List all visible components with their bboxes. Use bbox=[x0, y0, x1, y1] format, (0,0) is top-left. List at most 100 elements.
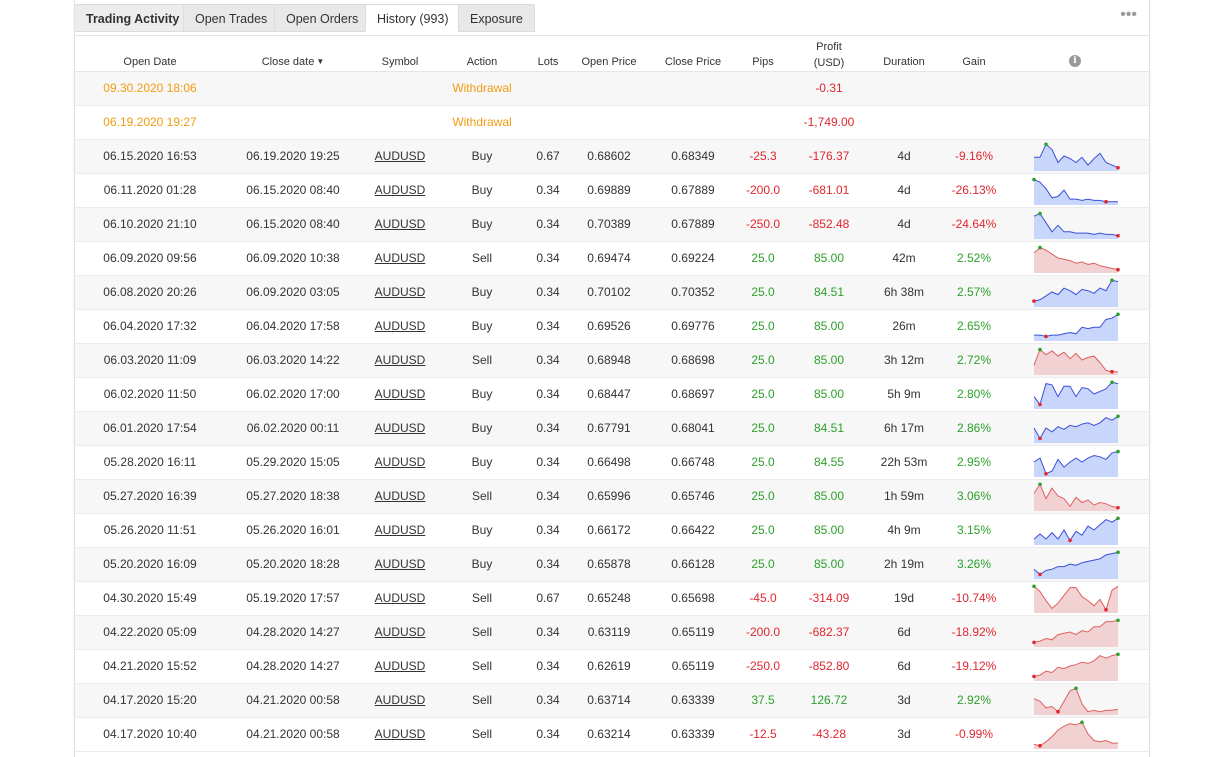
duration-cell: 3d bbox=[897, 727, 911, 741]
col-symbol[interactable]: Symbol bbox=[360, 56, 440, 69]
symbol-link[interactable] bbox=[360, 106, 440, 139]
sparkline-low-marker bbox=[1056, 709, 1060, 714]
col-gain[interactable]: Gain bbox=[949, 56, 999, 69]
trade-sparkline[interactable] bbox=[1032, 685, 1122, 717]
trade-row[interactable]: 06.04.2020 17:32 06.04.2020 17:58 AUDUSD Bu… bbox=[75, 310, 1149, 344]
symbol-link[interactable]: AUDUSD bbox=[360, 174, 440, 207]
open-price-cell: 0.63214 bbox=[587, 727, 631, 741]
trade-row[interactable]: 05.28.2020 16:11 05.29.2020 15:05 AUDUSD Bu… bbox=[75, 446, 1149, 480]
more-options-icon[interactable]: ••• bbox=[1120, 6, 1137, 24]
symbol-link[interactable]: AUDUSD bbox=[360, 310, 440, 343]
tab-history[interactable]: History (993) bbox=[365, 4, 461, 32]
close-price-cell: 0.66748 bbox=[671, 455, 715, 469]
symbol-link[interactable]: AUDUSD bbox=[360, 208, 440, 241]
symbol-link[interactable]: AUDUSD bbox=[360, 514, 440, 547]
trade-row[interactable]: 05.26.2020 11:51 05.26.2020 16:01 AUDUSD Bu… bbox=[75, 514, 1149, 548]
trade-row[interactable]: 06.15.2020 16:53 06.19.2020 19:25 AUDUSD Bu… bbox=[75, 140, 1149, 174]
col-profit[interactable]: Profit (USD) bbox=[800, 41, 858, 70]
sparkline-low-marker bbox=[1032, 299, 1036, 303]
trade-row[interactable]: 04.17.2020 15:20 04.21.2020 00:58 AUDUSD Se… bbox=[75, 684, 1149, 718]
trade-sparkline[interactable] bbox=[1032, 277, 1122, 309]
trade-row[interactable]: 05.20.2020 16:09 05.20.2020 18:28 AUDUSD Bu… bbox=[75, 548, 1149, 582]
sparkline-low-marker bbox=[1116, 233, 1120, 238]
trade-row[interactable]: 04.17.2020 10:40 04.21.2020 00:58 AUDUSD Se… bbox=[75, 718, 1149, 752]
symbol-link[interactable]: AUDUSD bbox=[360, 480, 440, 513]
trade-sparkline[interactable] bbox=[1032, 617, 1122, 649]
info-icon[interactable]: i bbox=[1069, 55, 1081, 67]
trade-sparkline[interactable] bbox=[1032, 175, 1122, 207]
symbol-link[interactable]: AUDUSD bbox=[360, 582, 440, 615]
symbol-link[interactable]: AUDUSD bbox=[360, 378, 440, 411]
withdrawal-row[interactable]: 09.30.2020 18:06 Withdrawal -0.31 bbox=[75, 72, 1149, 106]
tab-open-orders[interactable]: Open Orders bbox=[274, 4, 371, 32]
open-price-cell: 0.65996 bbox=[587, 489, 631, 503]
symbol-link[interactable]: AUDUSD bbox=[360, 344, 440, 377]
gain-cell: -24.64% bbox=[951, 217, 997, 231]
close-date-cell: 05.20.2020 18:28 bbox=[246, 557, 340, 571]
trade-row[interactable]: 06.11.2020 01:28 06.15.2020 08:40 AUDUSD Bu… bbox=[75, 174, 1149, 208]
symbol-link[interactable]: AUDUSD bbox=[360, 276, 440, 309]
symbol-link[interactable]: AUDUSD bbox=[360, 548, 440, 581]
duration-cell bbox=[869, 72, 939, 105]
trade-sparkline[interactable] bbox=[1032, 379, 1122, 411]
trade-row[interactable]: 04.21.2020 15:52 04.28.2020 14:27 AUDUSD Se… bbox=[75, 650, 1149, 684]
symbol-link[interactable]: AUDUSD bbox=[360, 140, 440, 173]
duration-cell: 4d bbox=[897, 149, 911, 163]
trade-row[interactable]: 06.08.2020 20:26 06.09.2020 03:05 AUDUSD Bu… bbox=[75, 276, 1149, 310]
trade-sparkline[interactable] bbox=[1032, 549, 1122, 581]
trade-sparkline[interactable] bbox=[1032, 345, 1122, 377]
duration-cell: 1h 59m bbox=[883, 489, 925, 503]
trade-sparkline[interactable] bbox=[1032, 447, 1122, 479]
symbol-link[interactable]: AUDUSD bbox=[360, 446, 440, 479]
trade-sparkline[interactable] bbox=[1032, 243, 1122, 275]
col-close-date[interactable]: Close date ▼ bbox=[233, 55, 353, 69]
symbol-link[interactable] bbox=[360, 72, 440, 105]
trade-row[interactable]: 06.02.2020 11:50 06.02.2020 17:00 AUDUSD Bu… bbox=[75, 378, 1149, 412]
withdrawal-row[interactable]: 06.19.2020 19:27 Withdrawal -1,749.00 bbox=[75, 106, 1149, 140]
trade-sparkline[interactable] bbox=[1032, 515, 1122, 547]
trade-row[interactable]: 05.27.2020 16:39 05.27.2020 18:38 AUDUSD Se… bbox=[75, 480, 1149, 514]
col-pips[interactable]: Pips bbox=[743, 56, 783, 69]
gain-cell: 2.52% bbox=[956, 251, 992, 265]
symbol-link[interactable]: AUDUSD bbox=[360, 684, 440, 717]
close-price-cell: 0.68698 bbox=[671, 353, 715, 367]
symbol-link[interactable]: AUDUSD bbox=[360, 242, 440, 275]
trade-sparkline[interactable] bbox=[1032, 413, 1122, 445]
trade-sparkline[interactable] bbox=[1032, 719, 1122, 751]
open-date-cell: 09.30.2020 18:06 bbox=[103, 81, 197, 95]
trade-row[interactable]: 04.30.2020 15:49 05.19.2020 17:57 AUDUSD Se… bbox=[75, 582, 1149, 616]
tab-exposure[interactable]: Exposure bbox=[458, 4, 535, 32]
col-open-price[interactable]: Open Price bbox=[574, 56, 644, 69]
trade-sparkline[interactable] bbox=[1032, 583, 1122, 615]
trade-row[interactable]: 06.03.2020 11:09 06.03.2020 14:22 AUDUSD Se… bbox=[75, 344, 1149, 378]
open-date-cell: 05.27.2020 16:39 bbox=[103, 489, 197, 503]
open-date-cell: 06.10.2020 21:10 bbox=[103, 217, 197, 231]
symbol-link[interactable]: AUDUSD bbox=[360, 616, 440, 649]
trade-row[interactable]: 06.10.2020 21:10 06.15.2020 08:40 AUDUSD Bu… bbox=[75, 208, 1149, 242]
trade-sparkline[interactable] bbox=[1032, 651, 1122, 683]
trade-row[interactable]: 04.22.2020 05:09 04.28.2020 14:27 AUDUSD Se… bbox=[75, 616, 1149, 650]
lots-cell: 0.34 bbox=[536, 217, 560, 231]
col-close-price[interactable]: Close Price bbox=[656, 56, 730, 69]
trade-row[interactable]: 06.09.2020 09:56 06.09.2020 10:38 AUDUSD Se… bbox=[75, 242, 1149, 276]
tab-trading-activity[interactable]: Trading Activity bbox=[75, 4, 192, 32]
col-open-date[interactable]: Open Date bbox=[90, 56, 210, 69]
trade-row[interactable]: 06.01.2020 17:54 06.02.2020 00:11 AUDUSD Bu… bbox=[75, 412, 1149, 446]
gain-cell: -26.13% bbox=[951, 183, 997, 197]
symbol-link[interactable]: AUDUSD bbox=[360, 650, 440, 683]
open-date-cell: 06.11.2020 01:28 bbox=[103, 183, 197, 197]
trade-sparkline[interactable] bbox=[1032, 209, 1122, 241]
trade-sparkline[interactable] bbox=[1032, 141, 1122, 173]
sparkline-high-marker bbox=[1116, 312, 1120, 317]
action-cell: Buy bbox=[471, 285, 493, 299]
duration-cell: 22h 53m bbox=[880, 455, 928, 469]
tab-open-trades[interactable]: Open Trades bbox=[183, 4, 280, 32]
col-duration[interactable]: Duration bbox=[869, 56, 939, 69]
symbol-link[interactable]: AUDUSD bbox=[360, 718, 440, 751]
trade-sparkline[interactable] bbox=[1032, 311, 1122, 343]
trade-sparkline[interactable] bbox=[1032, 481, 1122, 513]
symbol-link[interactable]: AUDUSD bbox=[360, 412, 440, 445]
col-action[interactable]: Action bbox=[442, 56, 522, 69]
col-lots[interactable]: Lots bbox=[523, 56, 573, 69]
sparkline-area bbox=[1034, 144, 1118, 171]
